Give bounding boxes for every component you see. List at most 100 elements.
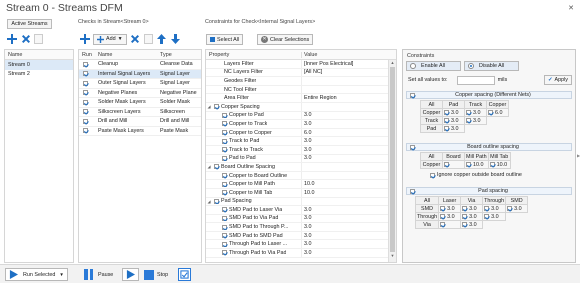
copper-spacing-checkbox[interactable] [410,92,415,98]
collapse-arrow-icon[interactable]: ◢ [206,104,212,109]
grid-value-cell[interactable]: 3.0 [442,116,465,125]
property-value[interactable] [301,77,389,85]
grid-value-checkbox[interactable] [440,222,446,227]
property-checkbox[interactable] [222,173,227,179]
property-row[interactable]: SMD Pad to Laser Via 3.0 [206,206,389,215]
property-group-row[interactable]: ◢ Copper Spacing [206,102,389,112]
stream-list-item[interactable]: Stream 2 [5,70,73,80]
scroll-down-icon[interactable]: ▼ [389,253,396,259]
property-checkbox[interactable] [214,104,219,110]
clear-selections-button[interactable]: ✕ Clear Selections [257,34,314,45]
property-row[interactable]: SMD Pad to SMD Pad 3.0 [206,231,389,241]
property-value[interactable]: 3.0 [301,214,389,223]
stop-button[interactable]: Stop [144,268,168,281]
property-value[interactable]: 3.0 [301,231,389,240]
grid-value-checkbox[interactable] [444,126,449,131]
run-checkbox[interactable] [83,90,88,96]
property-value[interactable] [301,85,389,94]
property-row[interactable]: SMD Pad to Via Pad 3.0 [206,214,389,224]
set-all-input[interactable] [456,75,495,85]
grid-value-checkbox[interactable] [444,110,449,115]
property-checkbox[interactable] [214,198,219,204]
disable-all-button[interactable]: Disable All [464,61,519,71]
grid-value-checkbox[interactable] [484,214,490,219]
property-group-row[interactable]: ◢ Pad Spacing [206,197,389,207]
move-down-icon[interactable] [170,34,181,45]
check-row[interactable]: Silkscreen Layers Silkscreen [79,108,201,117]
pad-spacing-checkbox[interactable] [410,188,415,194]
grid-value-cell[interactable]: 3.0 [482,212,507,221]
enable-all-button[interactable]: Enable All [406,61,461,71]
pad-spacing-header[interactable]: Pad spacing [406,187,572,195]
property-row[interactable]: Area Filter Entire Region [206,94,389,103]
property-row[interactable]: Geodes Filter [206,77,389,86]
property-checkbox[interactable] [222,155,227,161]
run-checkbox[interactable] [83,99,88,105]
grid-value-checkbox[interactable] [444,118,449,123]
add-check-dropdown[interactable]: Add ▼ [93,33,127,45]
grid-value-cell[interactable]: 3.0 [460,220,484,229]
grid-value-checkbox[interactable] [489,162,495,167]
property-row[interactable]: NC Tool Filter [206,85,389,95]
property-row[interactable]: Copper to Board Outline [206,171,389,181]
grid-value-cell[interactable]: 3.0 [438,212,462,221]
run-selected-button[interactable]: Run Selected ▼ [5,268,68,281]
property-row[interactable]: SMD Pad to Through P... 3.0 [206,223,389,232]
grid-value-cell[interactable]: 3.0 [442,108,465,117]
property-row[interactable]: Through Pad to Laser ... 3.0 [206,240,389,250]
property-row[interactable]: Layers Filter [Inner Pos Electrical] [206,60,389,69]
grid-value-cell[interactable]: 3.0 [438,204,462,213]
property-row[interactable]: Pad to Pad 3.0 [206,154,389,164]
grid-value-cell[interactable]: 3.0 [460,204,484,213]
property-checkbox[interactable] [222,224,227,230]
property-row[interactable]: Copper to Mill Tab 10.0 [206,188,389,198]
grid-value-checkbox[interactable] [488,110,493,115]
select-all-button[interactable]: Select All [206,34,244,45]
property-checkbox[interactable] [222,121,227,127]
run-checkbox[interactable] [83,118,88,124]
property-checkbox[interactable] [222,112,227,118]
check-row[interactable]: Drill and Mill Drill and Mill [79,117,201,127]
property-value[interactable]: 3.0 [301,111,389,120]
report-icon[interactable] [178,268,191,281]
close-icon[interactable]: ✕ [568,4,574,12]
grid-value-cell[interactable] [442,160,465,169]
ignore-copper-checkbox[interactable] [430,172,435,178]
property-value[interactable]: 3.0 [301,137,389,145]
property-value[interactable]: 3.0 [301,154,389,163]
collapse-arrow-icon[interactable]: ◢ [206,199,212,204]
property-checkbox[interactable] [222,190,227,196]
property-value[interactable] [301,163,389,171]
property-checkbox[interactable] [222,250,227,256]
pause-button[interactable]: Pause [84,268,113,281]
check-row[interactable]: Internal Signal Layers Signal Layer [79,69,201,79]
board-outline-checkbox[interactable] [410,144,415,150]
grid-value-cell[interactable] [438,220,462,229]
property-row[interactable]: Track to Pad 3.0 [206,137,389,146]
property-value[interactable]: 10.0 [301,188,389,197]
grid-value-checkbox[interactable] [466,110,471,115]
play-button[interactable] [122,268,139,281]
copy-stream-icon[interactable] [34,34,43,44]
grid-value-cell[interactable]: 6.0 [486,108,509,117]
property-value[interactable] [301,171,389,180]
property-checkbox[interactable] [214,164,219,170]
property-row[interactable]: Copper to Copper 6.0 [206,128,389,138]
property-value[interactable]: 3.0 [301,206,389,214]
property-value[interactable]: 10.0 [301,180,389,188]
scrollbar-thumb[interactable] [390,67,395,252]
grid-value-cell[interactable]: 3.0 [505,204,529,213]
property-group-row[interactable]: ◢ Board Outline Spacing [206,163,389,172]
property-row[interactable]: Copper to Track 3.0 [206,120,389,129]
grid-value-cell[interactable]: 3.0 [442,124,465,133]
check-row[interactable]: Negative Planes Negative Plane [79,89,201,98]
property-value[interactable] [301,197,389,206]
grid-value-checkbox[interactable] [507,206,513,211]
property-checkbox[interactable] [222,233,227,239]
property-row[interactable]: Copper to Mill Path 10.0 [206,180,389,189]
delete-stream-icon[interactable] [20,34,31,45]
run-checkbox[interactable] [83,80,88,86]
new-check-icon[interactable] [79,34,90,45]
delete-check-icon[interactable] [130,34,141,45]
grid-value-checkbox[interactable] [484,206,490,211]
